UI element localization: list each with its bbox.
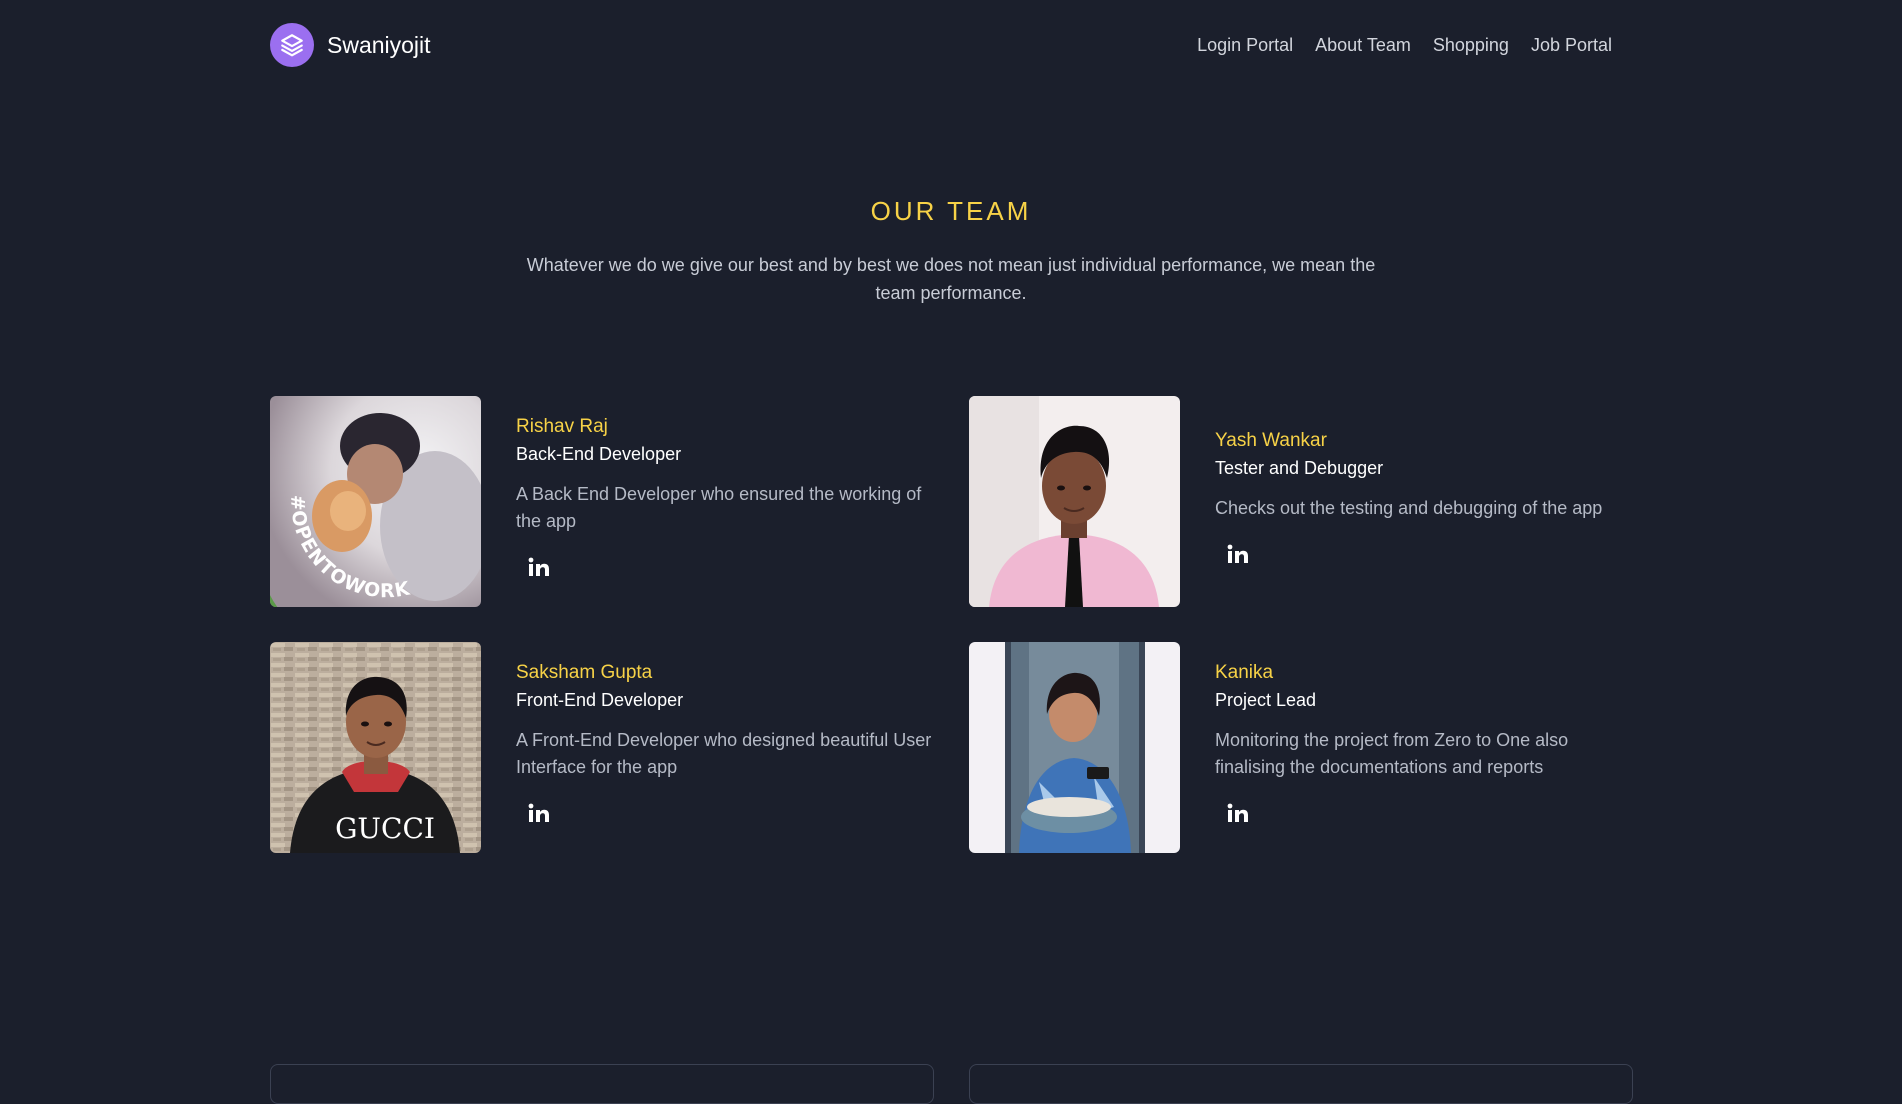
member-info: Kanika Project Lead Monitoring the proje…	[1215, 662, 1635, 833]
next-section-panel-left	[270, 1064, 934, 1104]
member-info: Yash Wankar Tester and Debugger Checks o…	[1215, 430, 1635, 574]
member-description: Checks out the testing and debugging of …	[1215, 497, 1603, 518]
member-info: Saksham Gupta Front-End Developer A Fron…	[516, 662, 936, 833]
hoodie-print-text: GUCCI	[335, 812, 435, 845]
brand-logo-link[interactable]: Swaniyojit	[270, 23, 431, 67]
member-name: Yash Wankar	[1215, 429, 1327, 451]
member-description: A Front-End Developer who designed beaut…	[516, 730, 932, 777]
nav-login-portal[interactable]: Login Portal	[1197, 35, 1293, 56]
linkedin-icon[interactable]	[516, 793, 562, 833]
member-info: Rishav Raj Back-End Developer A Back End…	[516, 416, 936, 587]
linkedin-icon[interactable]	[1215, 793, 1261, 833]
site-header: Swaniyojit Login Portal About Team Shopp…	[270, 20, 1612, 70]
member-name: Kanika	[1215, 662, 1274, 683]
member-photo	[969, 642, 1180, 853]
member-name: Rishav Raj	[516, 416, 608, 437]
layers-icon	[270, 23, 314, 67]
member-role: Back-End Developer	[516, 444, 682, 464]
nav-job-portal[interactable]: Job Portal	[1531, 35, 1612, 56]
member-name: Saksham Gupta	[516, 662, 653, 683]
team-card-kanika: Kanika Project Lead Monitoring the proje…	[969, 642, 1659, 853]
linkedin-icon[interactable]	[516, 547, 562, 587]
section-description: Whatever we do we give our best and by b…	[526, 255, 1376, 303]
member-role: Front-End Developer	[516, 690, 684, 710]
team-card-saksham: GUCCI Saksham Gupta Front-End Developer …	[270, 642, 960, 853]
member-role: Tester and Debugger	[1215, 457, 1384, 478]
member-photo: GUCCI	[270, 642, 481, 853]
main-nav: Login Portal About Team Shopping Job Por…	[1197, 35, 1612, 56]
member-role: Project Lead	[1215, 690, 1317, 710]
nav-about-team[interactable]: About Team	[1315, 35, 1411, 56]
section-title: OUR TEAM	[870, 196, 1032, 226]
member-description: A Back End Developer who ensured the wor…	[516, 484, 922, 531]
member-photo	[969, 396, 1180, 607]
member-description: Monitoring the project from Zero to One …	[1215, 730, 1569, 777]
next-section-panel-right	[969, 1064, 1633, 1104]
brand-name: Swaniyojit	[327, 31, 431, 58]
team-card-rishav: #OPENTOWORK Rishav Raj Back-End Develope…	[270, 396, 960, 607]
linkedin-icon[interactable]	[1215, 534, 1261, 574]
team-card-yash: Yash Wankar Tester and Debugger Checks o…	[969, 396, 1659, 607]
member-photo: #OPENTOWORK	[270, 396, 481, 607]
nav-shopping[interactable]: Shopping	[1433, 35, 1509, 56]
